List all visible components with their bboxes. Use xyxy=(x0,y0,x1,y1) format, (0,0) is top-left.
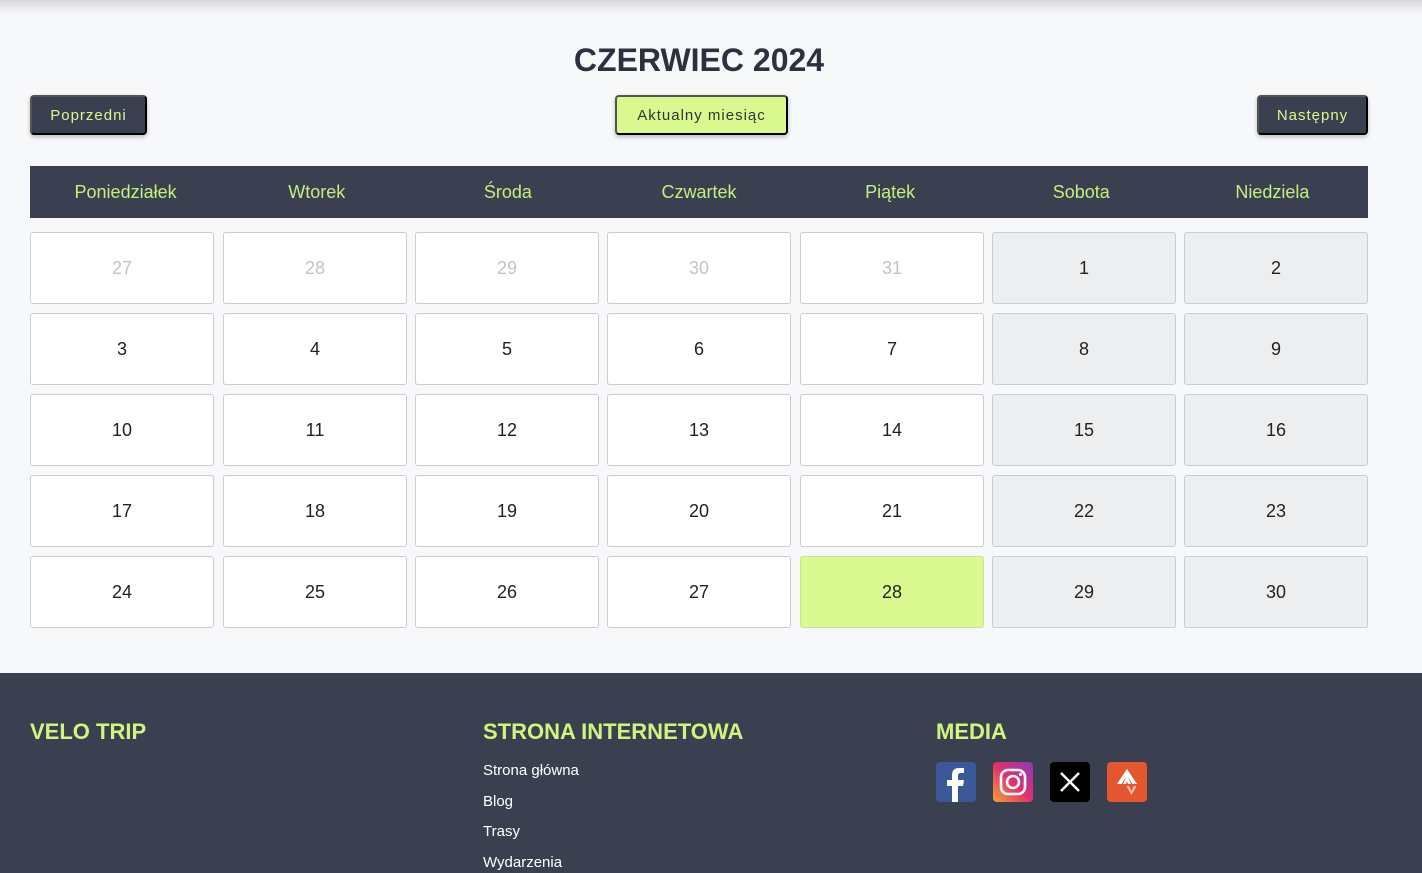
weekday-wednesday: Środa xyxy=(483,181,532,202)
top-shadow xyxy=(0,0,1422,14)
weekday-sunday: Niedziela xyxy=(1235,181,1310,202)
footer-site-column: STRONA INTERNETOWA Strona główna Blog Tr… xyxy=(483,719,743,871)
day-cell[interactable]: 7 xyxy=(800,313,984,385)
day-cell[interactable]: 8 xyxy=(992,313,1176,385)
instagram-icon[interactable] xyxy=(993,762,1033,802)
footer-link-home[interactable]: Strona główna xyxy=(483,762,743,793)
day-cell[interactable]: 13 xyxy=(607,394,791,466)
day-cell[interactable]: 4 xyxy=(223,313,407,385)
footer-brand-column: VELO TRIP xyxy=(30,719,146,745)
prev-month-button[interactable]: Poprzedni xyxy=(30,95,147,135)
day-cell[interactable]: 27 xyxy=(30,232,214,304)
day-cell[interactable]: 21 xyxy=(800,475,984,547)
next-month-button[interactable]: Następny xyxy=(1257,95,1368,135)
x-icon[interactable] xyxy=(1050,762,1090,802)
footer-brand: VELO TRIP xyxy=(30,719,147,744)
day-cell[interactable]: 25 xyxy=(223,556,407,628)
weekday-header: Poniedziałek Wtorek Środa Czwartek Piąte… xyxy=(30,166,1368,218)
day-cell[interactable]: 18 xyxy=(223,475,407,547)
day-cell[interactable]: 29 xyxy=(415,232,599,304)
day-cell[interactable]: 2 xyxy=(1184,232,1368,304)
weekday-tuesday: Wtorek xyxy=(288,181,346,202)
day-cell[interactable]: 26 xyxy=(415,556,599,628)
day-cell[interactable]: 3 xyxy=(30,313,214,385)
weekday-monday: Poniedziałek xyxy=(74,181,177,202)
day-cell[interactable]: 11 xyxy=(223,394,407,466)
facebook-icon[interactable] xyxy=(936,762,976,802)
day-cell[interactable]: 1 xyxy=(992,232,1176,304)
footer: VELO TRIP STRONA INTERNETOWA Strona głów… xyxy=(0,673,1422,873)
footer-link-events[interactable]: Wydarzenia xyxy=(483,854,743,871)
day-cell[interactable]: 30 xyxy=(1184,556,1368,628)
day-cell[interactable]: 5 xyxy=(415,313,599,385)
day-cell[interactable]: 9 xyxy=(1184,313,1368,385)
day-cell[interactable]: 12 xyxy=(415,394,599,466)
day-cell[interactable]: 30 xyxy=(607,232,791,304)
day-cell[interactable]: 23 xyxy=(1184,475,1368,547)
day-cell[interactable]: 16 xyxy=(1184,394,1368,466)
footer-link-blog[interactable]: Blog xyxy=(483,793,743,823)
weekday-saturday: Sobota xyxy=(1052,181,1110,202)
footer-media-heading: MEDIA xyxy=(936,719,1007,744)
day-cell[interactable]: 14 xyxy=(800,394,984,466)
weekday-thursday: Czwartek xyxy=(661,181,737,202)
current-month-button[interactable]: Aktualny miesiąc xyxy=(615,95,788,135)
day-cell[interactable]: 20 xyxy=(607,475,791,547)
weekday-friday: Piątek xyxy=(865,181,916,202)
day-cell[interactable]: 22 xyxy=(992,475,1176,547)
day-cell[interactable]: 24 xyxy=(30,556,214,628)
footer-site-heading: STRONA INTERNETOWA xyxy=(483,719,744,744)
day-cell[interactable]: 6 xyxy=(607,313,791,385)
day-cell[interactable]: 28 xyxy=(800,556,984,628)
footer-link-routes[interactable]: Trasy xyxy=(483,823,743,854)
day-cell[interactable]: 29 xyxy=(992,556,1176,628)
day-cell[interactable]: 31 xyxy=(800,232,984,304)
footer-media-column: MEDIA xyxy=(936,719,1147,802)
day-cell[interactable]: 17 xyxy=(30,475,214,547)
day-cell[interactable]: 19 xyxy=(415,475,599,547)
page-title: CZERWIEC 2024 xyxy=(573,42,825,78)
social-icons xyxy=(936,762,1147,802)
day-cell[interactable]: 28 xyxy=(223,232,407,304)
day-cell[interactable]: 27 xyxy=(607,556,791,628)
day-cell[interactable]: 15 xyxy=(992,394,1176,466)
footer-links: Strona główna Blog Trasy Wydarzenia xyxy=(483,762,743,871)
strava-icon[interactable] xyxy=(1107,762,1147,802)
day-cell[interactable]: 10 xyxy=(30,394,214,466)
